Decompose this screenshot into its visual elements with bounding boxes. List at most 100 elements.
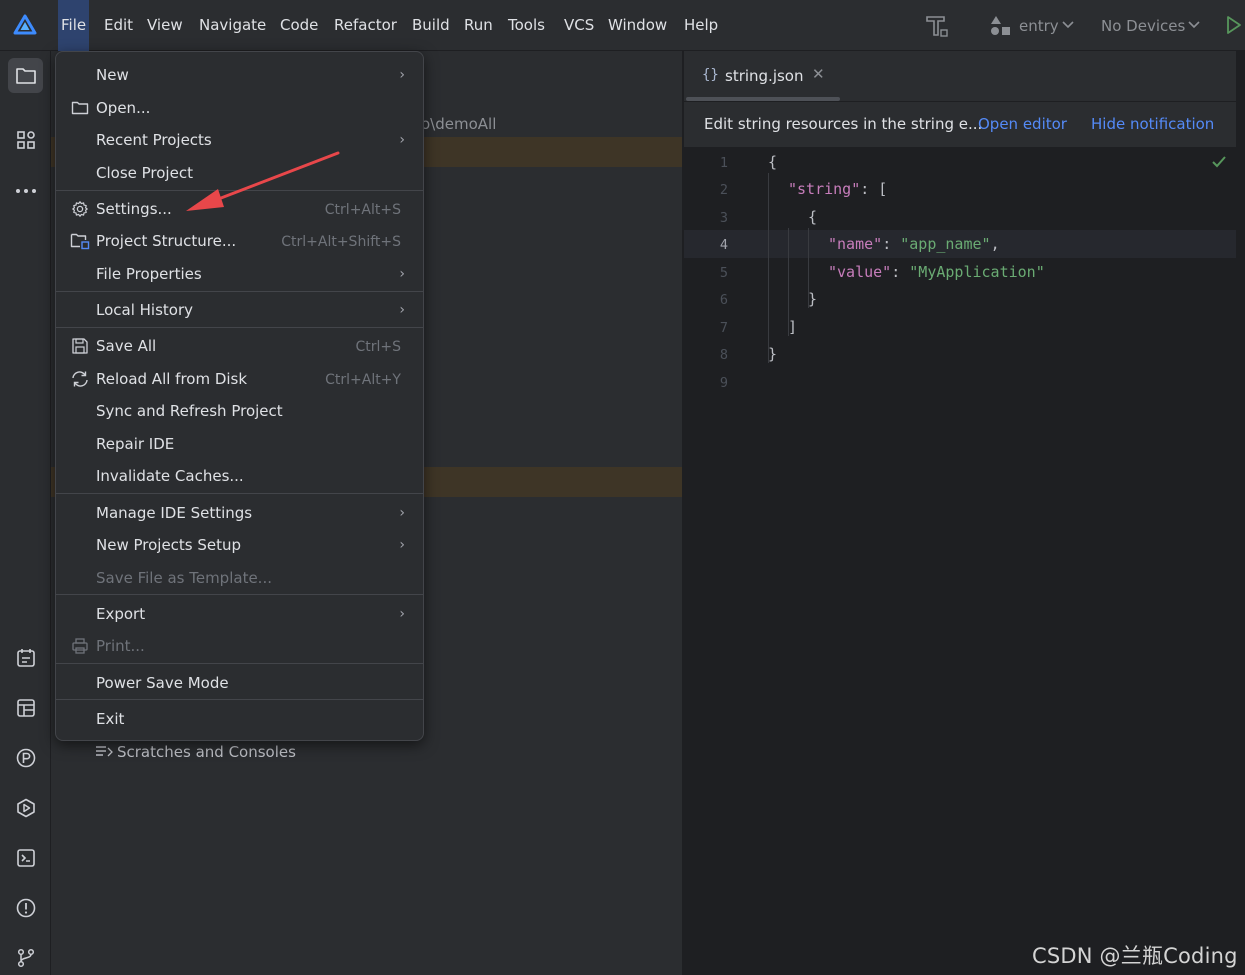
project-structure-icon [70,231,90,251]
tab-label: string.json [725,67,804,85]
tab-string-json[interactable]: {} string.json ✕ [684,51,840,101]
reload-icon [70,369,90,389]
watermark: CSDN @兰瓶Coding [1032,944,1238,968]
structure-icon [16,130,35,149]
menu-item-manage-ide-settings[interactable]: Manage IDE Settings › [56,499,423,527]
menu-item-file-properties[interactable]: File Properties › [56,260,423,288]
code-line-1[interactable]: { [768,152,777,172]
menu-edit[interactable]: Edit [104,15,133,35]
git-branch-icon [17,948,34,967]
editor-tab-bar: {} string.json ✕ [684,51,1245,101]
chevron-right-icon: › [399,132,405,148]
menu-tools[interactable]: Tools [508,15,545,35]
menu-item-repair-ide[interactable]: Repair IDE [56,430,423,458]
menu-item-local-history[interactable]: Local History › [56,296,423,324]
code-line-5[interactable]: "value": "MyApplication" [828,262,1045,282]
line-number: 3 [719,210,728,226]
run-icon[interactable] [1226,15,1242,35]
menu-refactor[interactable]: Refactor [334,15,397,35]
save-icon [70,336,90,356]
open-editor-link[interactable]: Open editor [978,115,1067,133]
tab-active-indicator [686,97,840,101]
menu-item-exit[interactable]: Exit [56,705,423,733]
profiler-p-icon [16,748,35,767]
menu-run[interactable]: Run [464,15,493,35]
hide-notification-link[interactable]: Hide notification [1091,115,1214,133]
warning-circle-icon [16,898,35,917]
menu-item-new-projects-setup[interactable]: New Projects Setup › [56,531,423,559]
calendar-icon [16,648,35,667]
menu-navigate[interactable]: Navigate [199,15,266,35]
code-line-2[interactable]: "string": [ [788,179,887,199]
problems-tool-button[interactable] [8,890,43,925]
module-icon [991,16,1010,35]
project-tool-button[interactable] [8,58,43,93]
menu-window[interactable]: Window [608,15,667,35]
menu-separator [56,699,423,700]
hammer-build-icon[interactable] [924,13,950,39]
module-selector[interactable]: entry [1019,16,1059,36]
profiler-tool-button[interactable] [8,740,43,775]
app-logo-icon [13,14,37,35]
menu-item-open[interactable]: Open... [56,94,423,122]
menu-item-print: Print... [56,632,423,660]
menu-separator [56,291,423,292]
shortcut-label: Ctrl+S [355,339,401,355]
menu-separator [56,594,423,595]
code-line-4[interactable]: "name": "app_name", [828,234,1000,254]
code-line-7[interactable]: ] [788,317,797,337]
menu-item-export[interactable]: Export › [56,600,423,628]
line-number: 9 [719,375,728,391]
line-number: 5 [719,265,728,281]
code-line-6[interactable]: } [808,289,817,309]
title-bar: File Edit View Navigate Code Refactor Bu… [0,0,1245,51]
menu-help[interactable]: Help [684,15,718,35]
menu-build[interactable]: Build [412,15,450,35]
editor-area: {} string.json ✕ Edit string resources i… [684,51,1245,975]
device-selector[interactable]: No Devices [1101,16,1185,36]
line-number: 7 [719,320,728,336]
menu-separator [56,493,423,494]
menu-item-project-structure[interactable]: Project Structure... Ctrl+Alt+Shift+S [56,227,423,255]
editor-notification: Edit string resources in the string e...… [684,102,1236,148]
line-number: 8 [719,347,728,363]
chevron-right-icon: › [399,537,405,553]
menu-item-new[interactable]: New › [56,61,423,89]
run-tool-button[interactable] [8,790,43,825]
code-line-3[interactable]: { [808,207,817,227]
code-line-8[interactable]: } [768,344,777,364]
menu-view[interactable]: View [147,15,183,35]
chevron-down-icon[interactable] [1188,20,1200,30]
close-icon[interactable]: ✕ [812,65,825,83]
chevron-down-icon[interactable] [1062,20,1074,30]
editor-scrollbar[interactable] [1236,51,1245,975]
layout-icon [16,698,35,717]
menu-vcs[interactable]: VCS [564,15,594,35]
printer-icon [70,636,90,656]
menu-item-sync-refresh[interactable]: Sync and Refresh Project [56,397,423,425]
terminal-icon [16,848,35,867]
structure-tool-button[interactable] [8,122,43,157]
menu-item-invalidate-caches[interactable]: Invalidate Caches... [56,462,423,490]
scratches-icon [96,746,113,757]
menu-item-reload-all[interactable]: Reload All from Disk Ctrl+Alt+Y [56,365,423,393]
tool-window-strip [0,51,51,975]
json-file-icon: {} [702,67,719,83]
menu-code[interactable]: Code [280,15,318,35]
line-number: 1 [719,155,728,171]
project-path: o\demoAll [421,115,497,133]
more-tools-button[interactable] [8,173,43,208]
menu-separator [56,327,423,328]
terminal-tool-button[interactable] [8,840,43,875]
layout-tool-button[interactable] [8,690,43,725]
git-tool-button[interactable] [8,940,43,975]
folder-icon [70,98,90,118]
chevron-right-icon: › [399,606,405,622]
no-problems-check-icon[interactable] [1211,155,1227,169]
chevron-right-icon: › [399,67,405,83]
scratches-and-consoles[interactable]: Scratches and Consoles [95,743,296,761]
menu-item-save-all[interactable]: Save All Ctrl+S [56,332,423,360]
menu-file[interactable]: File [58,0,90,51]
menu-item-power-save-mode[interactable]: Power Save Mode [56,669,423,697]
todo-tool-button[interactable] [8,640,43,675]
